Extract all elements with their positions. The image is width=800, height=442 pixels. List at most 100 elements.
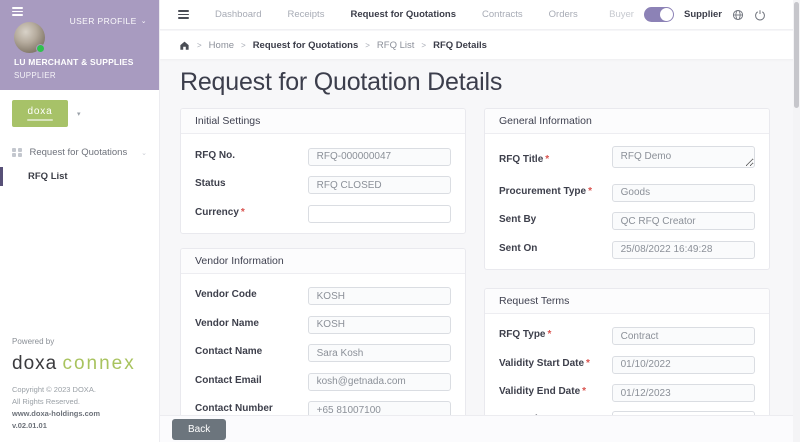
field-procurement-type: Procurement Type * <box>499 182 755 202</box>
field-label: Currency <box>195 206 239 218</box>
brand-connex: connex <box>62 353 136 374</box>
required-asterisk: * <box>547 329 552 341</box>
currency-input[interactable] <box>307 204 451 223</box>
required-asterisk: * <box>240 206 245 218</box>
field-label: Status <box>195 178 226 190</box>
field-rfq-no: RFQ No. <box>195 146 451 166</box>
field-label: Vendor Code <box>195 289 257 301</box>
field-label: Vendor Name <box>195 317 259 329</box>
sent-on-input[interactable] <box>611 240 755 259</box>
panel-title: Initial Settings <box>181 109 465 134</box>
rfq-type-input[interactable] <box>611 327 755 345</box>
field-vendor-name: Vendor Name <box>195 314 451 334</box>
breadcrumb-request-for-quotations[interactable]: Request for Quotations <box>253 40 359 51</box>
entity-selector: doxa ▾ <box>0 90 159 133</box>
field-label: Contact Email <box>195 374 262 386</box>
field-validity-end-date: Validity End Date * <box>499 383 755 402</box>
nav-item-contracts[interactable]: Contracts <box>482 9 523 20</box>
nav-item-receipts[interactable]: Receipts <box>287 9 324 20</box>
panel-title: General Information <box>485 109 769 134</box>
company-role: SUPPLIER <box>14 71 56 80</box>
contact-number-input[interactable] <box>307 401 451 415</box>
contact-email-input[interactable] <box>307 372 451 391</box>
scrollbar-thumb[interactable] <box>794 2 799 108</box>
field-label: RFQ Type <box>499 329 546 341</box>
left-column: Initial Settings RFQ No. Status <box>180 108 466 415</box>
breadcrumb-rfq-details[interactable]: RFQ Details <box>433 40 487 51</box>
contact-name-input[interactable] <box>307 344 451 362</box>
page-content: Request for Quotation Details Initial Se… <box>160 59 800 415</box>
buyer-label: Buyer <box>609 9 634 20</box>
right-column: General Information RFQ Title * RFQ Demo … <box>484 108 770 415</box>
panel-request-terms: Request Terms RFQ Type* Validity Start D… <box>484 287 770 415</box>
doxa-logo-subtext <box>27 118 53 121</box>
toggle-knob <box>659 8 673 21</box>
rfq-no-input[interactable] <box>307 147 451 166</box>
breadcrumb-separator: > <box>421 40 427 50</box>
field-label: Procurement Type <box>499 185 587 197</box>
rights-text: All Rights Reserved. <box>12 397 80 406</box>
company-name: LU MERCHANT & SUPPLIES <box>14 57 134 67</box>
sidebar-item-rfq-list[interactable]: RFQ List <box>0 164 159 189</box>
home-icon[interactable] <box>179 40 190 51</box>
vendor-code-input[interactable] <box>307 287 451 305</box>
field-sent-on: Sent On <box>499 239 755 259</box>
user-profile-dropdown[interactable]: USER PROFILE ⌄ <box>70 16 147 26</box>
nav-item-request-for-quotations[interactable]: Request for Quotations <box>350 9 456 20</box>
field-rfq-title: RFQ Title * RFQ Demo <box>499 146 755 173</box>
sidebar-hamburger-icon[interactable] <box>12 5 23 18</box>
nav-links: Dashboard Receipts Request for Quotation… <box>215 9 578 20</box>
caret-down-icon[interactable]: ▾ <box>77 110 81 118</box>
main-area: Dashboard Receipts Request for Quotation… <box>160 0 800 442</box>
procurement-type-input[interactable] <box>611 183 755 202</box>
power-icon[interactable] <box>754 9 766 21</box>
globe-icon[interactable] <box>732 9 744 21</box>
buyer-supplier-toggle[interactable] <box>643 7 674 22</box>
top-navigation: Dashboard Receipts Request for Quotation… <box>160 0 800 30</box>
field-validity-start-date: Validity Start Date * <box>499 354 755 374</box>
sidebar-menu: Request for Quotations ⌄ RFQ List <box>0 141 159 189</box>
copyright-text: Copyright © 2023 DOXA. <box>12 385 96 394</box>
field-sent-by: Sent By <box>499 211 755 230</box>
grid-icon <box>12 147 22 158</box>
website-link[interactable]: www.doxa-holdings.com <box>12 408 153 420</box>
field-label: Validity Start Date <box>499 357 585 369</box>
brand-doxa: doxa <box>12 353 58 374</box>
field-rfq-type: RFQ Type * <box>499 326 755 345</box>
field-vendor-code: Vendor Code <box>195 286 451 305</box>
breadcrumb-home[interactable]: Home <box>209 40 234 51</box>
sent-by-input[interactable] <box>611 212 755 230</box>
rfq-title-textarea[interactable]: RFQ Demo <box>611 146 755 168</box>
status-input[interactable] <box>307 176 451 194</box>
back-button[interactable]: Back <box>172 418 227 440</box>
breadcrumb-rfq-list[interactable]: RFQ List <box>377 40 414 51</box>
doxa-logo-text: doxa <box>27 105 53 117</box>
required-asterisk: * <box>545 153 550 165</box>
version-text: v.02.01.01 <box>12 421 47 430</box>
online-status-dot <box>36 44 45 53</box>
required-asterisk: * <box>588 185 592 197</box>
user-profile-panel: USER PROFILE ⌄ LU MERCHANT & SUPPLIES SU… <box>0 0 159 90</box>
field-label: Contact Number <box>195 403 273 415</box>
nav-item-dashboard[interactable]: Dashboard <box>215 9 261 20</box>
user-profile-label: USER PROFILE <box>69 16 137 26</box>
field-label: Sent On <box>499 242 538 254</box>
sidebar-footer: Powered by doxa connex Copyright © 2023 … <box>12 337 153 432</box>
panel-initial-settings: Initial Settings RFQ No. Status <box>180 108 466 234</box>
field-label: Sent By <box>499 214 537 226</box>
panel-vendor-information: Vendor Information Vendor Code Vendor Na… <box>180 247 466 415</box>
sidebar-item-request-for-quotations[interactable]: Request for Quotations ⌄ <box>0 141 159 164</box>
validity-end-date-input[interactable] <box>611 384 755 402</box>
nav-item-orders[interactable]: Orders <box>549 9 578 20</box>
field-contact-number: Contact Number <box>195 400 451 415</box>
breadcrumb-separator: > <box>197 40 202 50</box>
doxa-logo[interactable]: doxa <box>12 100 68 127</box>
field-contact-name: Contact Name <box>195 343 451 362</box>
vendor-name-input[interactable] <box>307 315 451 334</box>
nav-hamburger-icon[interactable] <box>178 8 189 21</box>
validity-start-date-input[interactable] <box>611 355 755 374</box>
scrollbar[interactable] <box>793 0 800 442</box>
nav-right-controls: Buyer Supplier <box>609 7 782 22</box>
field-status: Status <box>195 175 451 194</box>
panel-title: Vendor Information <box>181 248 465 274</box>
